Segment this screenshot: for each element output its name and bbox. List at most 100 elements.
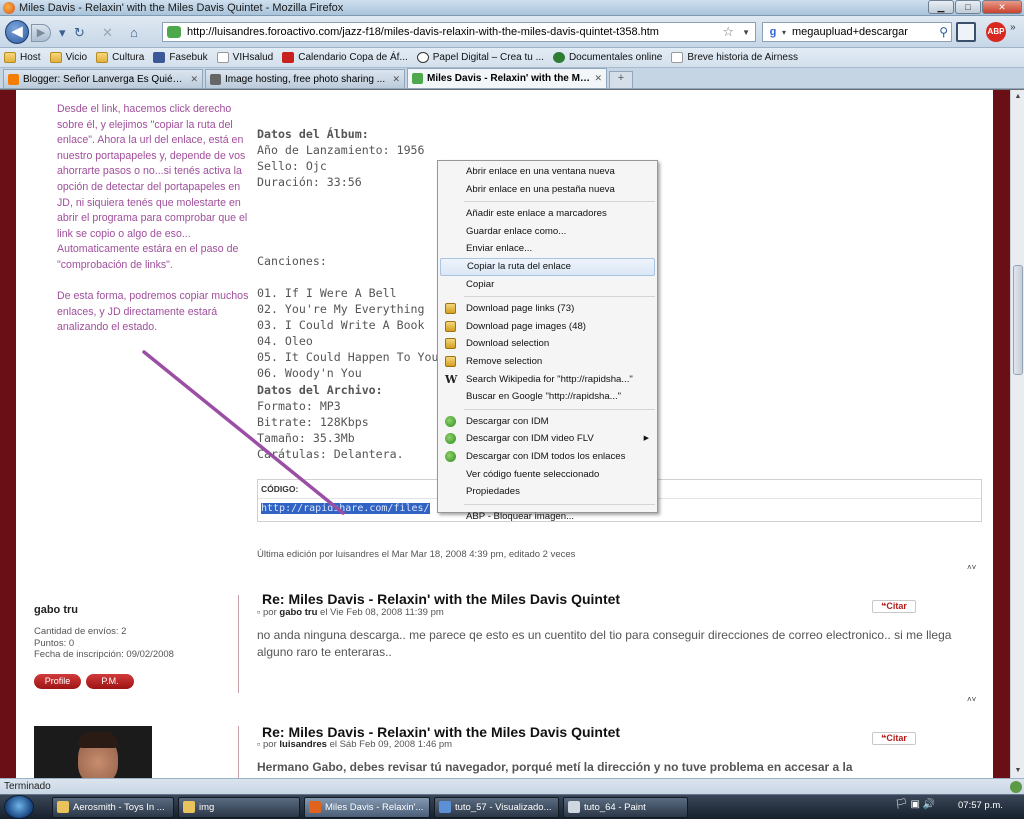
start-button[interactable] — [4, 795, 34, 819]
clock[interactable]: 07:57 p.m. — [958, 800, 1003, 811]
context-menu-item[interactable]: Ver código fuente seleccionado — [438, 466, 657, 484]
context-menu-item[interactable]: ABP - Bloquear imagen... — [438, 508, 657, 526]
search-icon[interactable]: ⚲ — [939, 25, 948, 39]
scroll-updown-icon[interactable]: ˄˅ — [967, 563, 976, 572]
new-tab-button[interactable]: + — [609, 71, 633, 88]
close-button[interactable]: ✕ — [982, 0, 1022, 14]
pm-button[interactable]: P.M. — [86, 674, 134, 689]
window-title-bar: Miles Davis - Relaxin' with the Miles Da… — [0, 0, 1024, 16]
context-menu-item[interactable]: W Search Wikipedia for "http://rapidsha..… — [438, 371, 657, 389]
folder-icon — [4, 52, 16, 63]
profile-button[interactable]: Profile — [34, 674, 81, 689]
search-bar[interactable]: g ▾ megaupluad+descargar ⚲ — [762, 22, 952, 42]
taskbar-item[interactable]: tuto_57 - Visualizado... — [434, 797, 559, 818]
search-engine-dropdown-icon[interactable]: ▾ — [782, 28, 786, 37]
bookmark-item[interactable]: Calendario Copa de Áf... — [282, 52, 408, 63]
browser-tab[interactable]: Blogger: Señor Lanverga Es Quién Y... ✕ — [3, 69, 203, 88]
cal-icon — [282, 52, 295, 63]
adblock-icon[interactable]: ABP — [986, 22, 1006, 42]
tab-close-icon[interactable]: ✕ — [594, 73, 602, 84]
context-menu-item[interactable]: Download page links (73) — [438, 300, 657, 318]
bookmark-item[interactable]: Vicio — [49, 52, 88, 63]
url-dropdown-icon[interactable]: ▼ — [742, 28, 750, 37]
tab-favicon-icon — [412, 73, 423, 84]
context-menu-item[interactable]: Copiar la ruta del enlace — [440, 257, 655, 276]
post-meta-author[interactable]: luisandres — [279, 739, 327, 750]
menu-separator — [464, 503, 655, 505]
scroll-updown-icon[interactable]: ˄˅ — [967, 695, 976, 704]
bookmark-item[interactable]: Host — [4, 52, 41, 63]
back-button[interactable]: ◀ — [5, 20, 29, 44]
bookmark-item[interactable]: VIHsalud — [216, 52, 273, 63]
bookmark-item[interactable]: Documentales online — [552, 52, 662, 63]
quote-button[interactable]: ❝Citar — [872, 732, 916, 745]
url-text[interactable]: http://luisandres.foroactivo.com/jazz-f1… — [187, 26, 722, 38]
maximize-button[interactable]: □ — [955, 0, 981, 14]
context-menu-item[interactable]: Download selection — [438, 335, 657, 353]
quote-button[interactable]: ❝Citar — [872, 600, 916, 613]
scrollbar-thumb[interactable] — [1013, 265, 1023, 375]
taskbar-item[interactable]: Aerosmith - Toys In ... — [52, 797, 174, 818]
bookmark-item[interactable]: Fasebuk — [153, 52, 208, 63]
context-menu-item[interactable]: Guardar enlace como... — [438, 223, 657, 241]
dropdown-history-icon[interactable]: ▾ — [59, 25, 66, 41]
context-menu-item[interactable]: Descargar con IDM — [438, 413, 657, 431]
system-tray[interactable]: 🏳 ▣ 🔊 — [895, 799, 935, 810]
post-title[interactable]: Re: Miles Davis - Relaxin' with the Mile… — [262, 724, 620, 740]
menu-item-label: Search Wikipedia for "http://rapidsha...… — [466, 373, 633, 385]
post-divider — [238, 595, 239, 693]
menu-separator — [464, 408, 655, 410]
browser-tab[interactable]: Miles Davis - Relaxin' with the Mi... ✕ — [407, 68, 607, 88]
post-title[interactable]: Re: Miles Davis - Relaxin' with the Mile… — [262, 591, 620, 607]
bookmark-star-icon[interactable]: ☆ — [722, 24, 734, 40]
stop-icon[interactable]: ✕ — [102, 25, 113, 41]
note-paragraph: Desde el link, hacemos click derecho sob… — [57, 103, 248, 271]
idm-icon — [445, 450, 456, 462]
context-menu-item[interactable]: Descargar con IDM todos los enlaces — [438, 448, 657, 466]
context-menu-item[interactable]: Copiar — [438, 276, 657, 294]
address-bar[interactable]: http://luisandres.foroactivo.com/jazz-f1… — [162, 22, 756, 42]
context-menu-item[interactable]: Download page images (48) — [438, 318, 657, 336]
scroll-up-icon[interactable]: ▲ — [1011, 90, 1024, 104]
context-menu-item[interactable]: Abrir enlace en una ventana nueva — [438, 163, 657, 181]
scroll-down-icon[interactable]: ▼ — [1011, 764, 1024, 778]
bookmark-item[interactable]: Cultura — [96, 52, 144, 63]
window-icon[interactable] — [956, 22, 976, 42]
context-menu-item[interactable]: Propiedades — [438, 483, 657, 501]
bookmark-label: Calendario Copa de Áf... — [298, 52, 408, 63]
context-menu-item[interactable]: Remove selection — [438, 353, 657, 371]
idm-icon — [445, 433, 456, 445]
taskbar-item[interactable]: tuto_64 - Paint — [563, 797, 688, 818]
bookmark-item[interactable]: Papel Digital – Crea tu ... — [416, 52, 544, 63]
folder-icon — [49, 52, 62, 63]
reload-icon[interactable]: ↻ — [74, 25, 85, 41]
context-menu-item[interactable]: Buscar en Google "http://rapidsha..." — [438, 388, 657, 406]
jdownloader-icon — [445, 320, 456, 332]
tab-close-icon[interactable]: ✕ — [190, 74, 198, 85]
bookmark-label: Host — [20, 52, 41, 63]
menu-item-label: Ver código fuente seleccionado — [466, 468, 600, 480]
post-meta-author[interactable]: gabo tru — [279, 607, 317, 618]
fb-icon — [153, 52, 166, 63]
context-menu-item[interactable]: Enviar enlace... — [438, 240, 657, 258]
download-link[interactable]: http://rapidshare.com/files/ — [261, 503, 430, 514]
page-icon — [671, 52, 684, 63]
minimize-button[interactable]: ▁ — [928, 0, 954, 14]
toolbar-overflow-icon[interactable]: » — [1010, 22, 1022, 42]
tab-close-icon[interactable]: ✕ — [392, 74, 400, 85]
search-input[interactable]: megaupluad+descargar — [792, 26, 939, 38]
browser-tab[interactable]: Image hosting, free photo sharing ... ✕ — [205, 69, 405, 88]
vertical-scrollbar[interactable]: ▲ ▼ — [1010, 90, 1024, 778]
context-menu-item[interactable]: Descargar con IDM video FLV ▶ — [438, 430, 657, 448]
bookmark-item[interactable]: Breve historia de Airness — [671, 52, 798, 63]
home-icon[interactable]: ⌂ — [130, 25, 138, 40]
context-menu-item[interactable]: Añadir este enlace a marcadores — [438, 205, 657, 223]
context-menu-item[interactable]: Abrir enlace en una pestaña nueva — [438, 181, 657, 199]
post-author[interactable]: gabo tru — [34, 604, 78, 616]
taskbar-item[interactable]: img — [178, 797, 300, 818]
bookmark-label: Vicio — [65, 52, 88, 63]
forward-button[interactable]: ▶ — [31, 24, 51, 42]
search-engine-icon[interactable]: g — [766, 25, 780, 39]
album-line: Sello: Ojc — [257, 159, 327, 173]
taskbar-item[interactable]: Miles Davis - Relaxin'... — [304, 797, 430, 818]
